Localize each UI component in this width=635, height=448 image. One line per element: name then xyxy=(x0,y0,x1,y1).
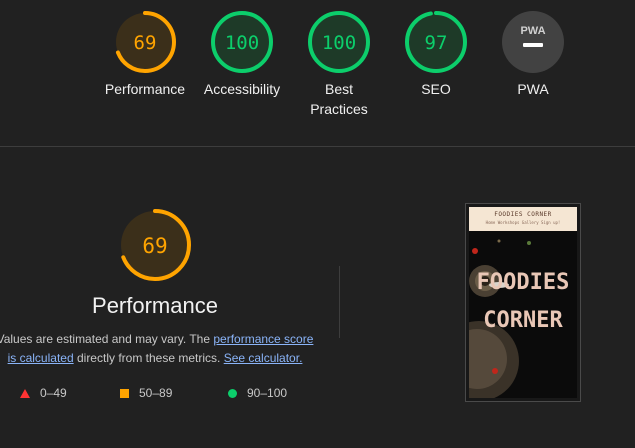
best-practices-label: Best Practices xyxy=(310,81,368,117)
pwa-gauge[interactable]: PWA PWA xyxy=(483,10,583,99)
performance-detail-score: 69 xyxy=(142,234,167,258)
seo-label: SEO xyxy=(421,81,451,97)
performance-gauge[interactable]: 69 Performance xyxy=(95,10,195,99)
screenshot-navbar: FOODIES CORNER Home Workshops Gallery Si… xyxy=(469,207,577,231)
accessibility-gauge[interactable]: 100 Accessibility xyxy=(192,10,292,99)
best-practices-gauge-ring: 100 xyxy=(308,11,370,73)
legend-fail-range: 0–49 xyxy=(40,386,67,400)
green-circle-icon xyxy=(228,388,237,398)
seo-gauge-ring: 97 xyxy=(405,11,467,73)
legend-average: 50–89 xyxy=(120,386,172,400)
screenshot-nav-links: Home Workshops Gallery Sign up! xyxy=(485,220,561,225)
seo-gauge[interactable]: 97 SEO xyxy=(386,10,486,99)
performance-detail-title: Performance xyxy=(92,293,218,318)
hero-title-line-2: CORNER xyxy=(483,308,563,333)
best-practices-score: 100 xyxy=(322,32,356,54)
see-calculator-link[interactable]: See calculator. xyxy=(224,351,303,365)
description-middle: directly from these metrics. xyxy=(73,351,224,365)
legend-pass-range: 90–100 xyxy=(247,386,288,400)
pwa-badge: PWA xyxy=(502,11,564,73)
performance-gauge-ring: 69 xyxy=(114,11,176,73)
legend-pass: 90–100 xyxy=(228,386,287,400)
legend-fail: 0–49 xyxy=(20,386,67,400)
accessibility-gauge-ring: 100 xyxy=(211,11,273,73)
performance-score: 69 xyxy=(134,32,157,54)
pwa-dash-icon xyxy=(523,43,543,47)
accessibility-label: Accessibility xyxy=(203,81,281,97)
best-practices-gauge[interactable]: 100 Best Practices xyxy=(289,10,389,119)
pwa-label: PWA xyxy=(517,81,549,97)
accessibility-score: 100 xyxy=(225,32,259,54)
screenshot-brand: FOODIES CORNER xyxy=(494,211,552,218)
final-screenshot-thumbnail[interactable]: FOODIES CORNER Home Workshops Gallery Si… xyxy=(465,203,581,402)
legend-average-range: 50–89 xyxy=(139,386,173,400)
vertical-separator xyxy=(339,266,340,338)
performance-label: Performance xyxy=(104,81,186,97)
screenshot-content: FOODIES CORNER Home Workshops Gallery Si… xyxy=(469,207,577,398)
orange-square-icon xyxy=(120,388,129,398)
category-gauges: 69 Performance 100 Accessibility 100 Bes… xyxy=(0,0,635,146)
section-divider xyxy=(0,146,635,147)
hero-title-line-1: FOODIES xyxy=(476,270,570,295)
red-triangle-icon xyxy=(20,388,30,398)
performance-description: Values are estimated and may vary. The p… xyxy=(0,330,318,368)
seo-score: 97 xyxy=(425,32,448,54)
pwa-badge-text: PWA xyxy=(520,25,545,37)
performance-detail-gauge: 69 xyxy=(119,209,191,281)
description-prefix: Values are estimated and may vary. The xyxy=(0,332,214,346)
